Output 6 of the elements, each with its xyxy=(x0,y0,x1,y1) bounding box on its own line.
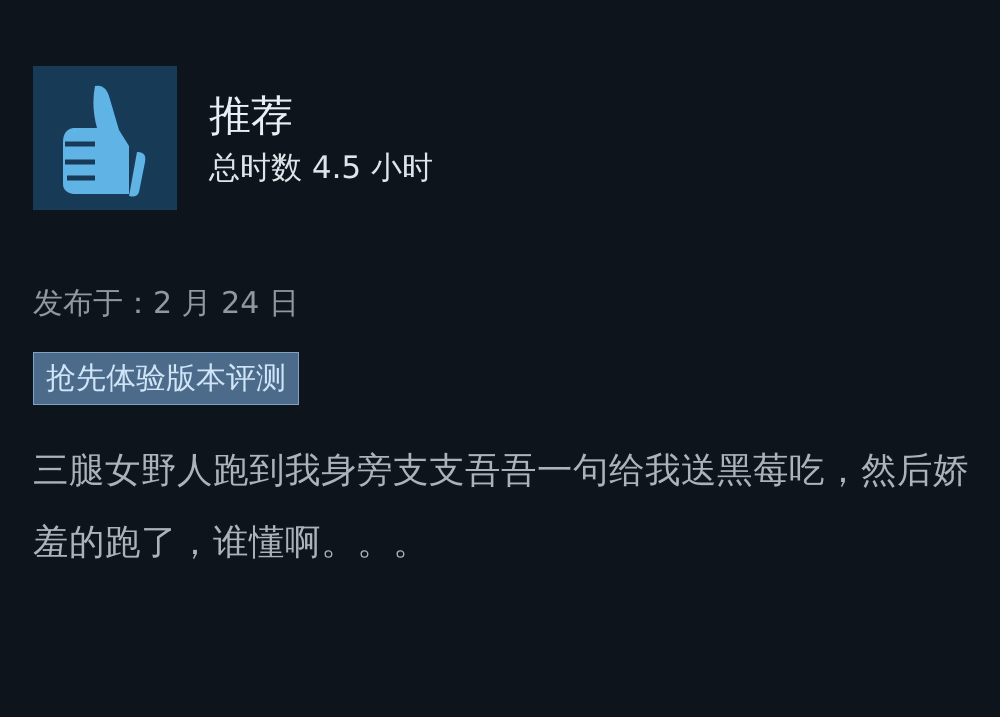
review-verdict: 推荐 xyxy=(209,90,294,142)
review-text: 三腿女野人跑到我身旁支支吾吾一句给我送黑莓吃，然后娇羞的跑了，谁懂啊。。。 xyxy=(33,449,970,565)
thumbs-up-icon xyxy=(33,66,177,210)
playtime-text: 总时数 4.5 小时 xyxy=(209,149,434,188)
early-access-tag: 抢先体验版本评测 xyxy=(33,352,299,405)
posted-date: 发布于：2 月 24 日 xyxy=(33,285,300,323)
